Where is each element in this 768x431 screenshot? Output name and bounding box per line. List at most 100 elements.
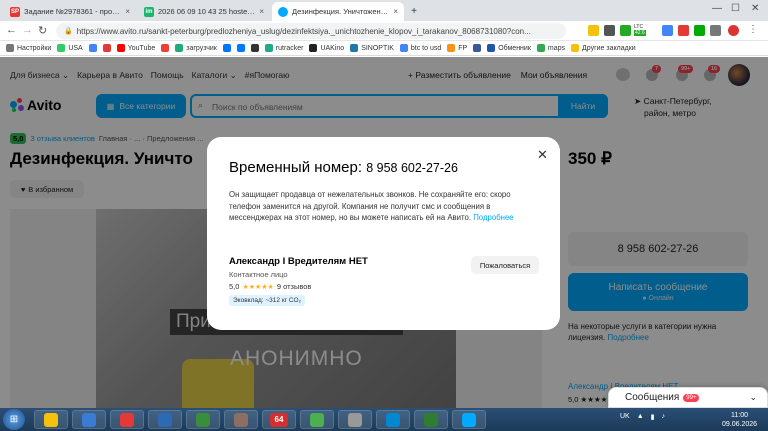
bookmark-label: maps xyxy=(547,44,566,52)
imgur-favicon-icon: im xyxy=(144,6,154,17)
clock[interactable]: 11:00 09.06.2026 xyxy=(722,411,757,429)
windows-taskbar: ⊞ 64 UK ▲ ▮ ♪ 11:00 09.06.2026 xyxy=(0,408,768,431)
volume-icon[interactable]: ♪ xyxy=(662,413,666,421)
puzzle-icon[interactable] xyxy=(710,25,721,36)
bookmark-item[interactable] xyxy=(161,44,170,52)
extension-icon[interactable] xyxy=(588,25,599,36)
taskbar-app-button[interactable] xyxy=(224,410,258,429)
bookmark-label: UAKino xyxy=(320,44,345,52)
clock-date: 09.06.2026 xyxy=(722,421,758,428)
app-icon xyxy=(310,412,324,427)
forward-icon[interactable]: → xyxy=(22,24,33,36)
taskbar-app-button[interactable] xyxy=(186,410,220,429)
app-icon xyxy=(196,412,210,427)
back-icon[interactable]: ← xyxy=(6,24,17,36)
taskbar-app-button[interactable] xyxy=(72,410,106,429)
close-window-icon[interactable]: ✕ xyxy=(751,3,759,14)
tab-imgur[interactable]: im 2026 06 09 10 43 25 hosted at Imgur × xyxy=(138,2,270,21)
messages-panel[interactable]: Сообщения 99+ ⌄ xyxy=(608,387,768,408)
address-bar-row: ← → ↻ 🔒 https://www.avito.ru/sankt-peter… xyxy=(0,21,768,41)
minimize-icon[interactable]: — xyxy=(712,3,722,14)
bookmark-item[interactable]: btc to usd xyxy=(399,44,442,52)
chevron-up-icon[interactable]: ⌄ xyxy=(749,392,757,403)
bookmark-item[interactable]: Другие закладки xyxy=(571,44,636,52)
taskbar-app-button[interactable] xyxy=(148,410,182,429)
app-icon xyxy=(234,412,248,427)
taskbar-app-button[interactable] xyxy=(34,410,68,429)
bookmark-item[interactable] xyxy=(236,44,245,52)
taskbar-app-button[interactable] xyxy=(414,410,448,429)
extension-icon[interactable] xyxy=(678,25,689,36)
profile-avatar-icon[interactable] xyxy=(728,25,739,36)
bookmark-item[interactable]: Настройки xyxy=(6,44,51,52)
seller-name[interactable]: Александр I Вредителям НЕТ xyxy=(229,256,368,267)
url-text: https://www.avito.ru/sankt-peterburg/pre… xyxy=(76,26,531,36)
bookmark-item[interactable]: YouTube xyxy=(116,44,155,52)
app-icon xyxy=(44,412,58,427)
bookmark-item[interactable] xyxy=(88,44,97,52)
tab-close-icon[interactable]: × xyxy=(259,7,264,16)
taskbar-app-button[interactable]: 64 xyxy=(262,410,296,429)
modal-title: Временный номер: 8 958 602-27-26 xyxy=(229,159,458,176)
bookmark-item[interactable] xyxy=(473,44,482,52)
seller-reviews-link[interactable]: 9 отзывов xyxy=(277,282,312,291)
extension-icon[interactable] xyxy=(694,25,705,36)
url-input[interactable]: 🔒 https://www.avito.ru/sankt-peterburg/p… xyxy=(56,23,566,39)
taskbar-app-button[interactable] xyxy=(110,410,144,429)
taskbar-app-button[interactable] xyxy=(338,410,372,429)
bookmark-icon xyxy=(399,44,408,52)
taskbar-app-button[interactable] xyxy=(452,410,486,429)
maximize-icon[interactable]: ☐ xyxy=(731,3,740,14)
bookmark-icon xyxy=(222,44,231,52)
tab-close-icon[interactable]: × xyxy=(393,7,398,16)
sp-favicon-icon: SP xyxy=(10,6,20,17)
bookmark-label: FP xyxy=(458,44,468,52)
tab-task[interactable]: SP Задание №2978361 - просмотр з × xyxy=(4,2,136,21)
temp-number-modal: Временный номер: 8 958 602-27-26 ✕ Он за… xyxy=(207,137,560,330)
bookmark-label: rutracker xyxy=(275,44,304,52)
menu-icon[interactable]: ⋮ xyxy=(748,24,758,35)
modal-description: Он защищает продавца от нежелательных зв… xyxy=(229,189,544,224)
bookmark-item[interactable]: FP xyxy=(447,44,467,52)
eco-badge: Эковклад: ~312 кг CO₂ xyxy=(229,295,306,306)
app-icon xyxy=(424,412,438,427)
bookmark-icon xyxy=(236,44,245,52)
app-icon xyxy=(82,412,96,427)
bookmark-icon xyxy=(57,44,66,52)
bookmark-item[interactable]: USA xyxy=(57,44,83,52)
modal-title-text: Временный номер: xyxy=(229,159,363,176)
bookmark-item[interactable]: rutracker xyxy=(264,44,304,52)
close-icon[interactable]: ✕ xyxy=(537,147,548,163)
bookmark-label: btc to usd xyxy=(410,44,442,52)
modal-more-link[interactable]: Подробнее xyxy=(473,213,513,222)
bookmark-item[interactable] xyxy=(250,44,259,52)
modal-phone[interactable]: 8 958 602-27-26 xyxy=(366,161,458,175)
complain-button[interactable]: Пожаловаться xyxy=(471,256,539,274)
bookmark-icon xyxy=(350,44,359,52)
avito-favicon-icon xyxy=(278,6,288,17)
bookmark-item[interactable]: SINOPTIK xyxy=(350,44,394,52)
reload-icon[interactable]: ↻ xyxy=(38,24,47,37)
bookmark-item[interactable]: Обменник xyxy=(487,44,531,52)
language-indicator[interactable]: UK xyxy=(620,413,630,421)
tab-avito[interactable]: Дезинфекция. Уничтожение клопо × xyxy=(272,2,404,21)
start-button[interactable]: ⊞ xyxy=(3,409,25,430)
new-tab-button[interactable]: + xyxy=(406,2,422,21)
bookmarks-bar: Настройки USA YouTube загрузчик rutracker UAK… xyxy=(0,41,768,56)
tab-close-icon[interactable]: × xyxy=(125,7,130,16)
bookmark-item[interactable]: maps xyxy=(536,44,566,52)
taskbar-app-button[interactable] xyxy=(300,410,334,429)
bookmark-item[interactable] xyxy=(222,44,231,52)
taskbar-app-button[interactable] xyxy=(376,410,410,429)
seller-rating: 5,0 ★★★★★ 9 отзывов xyxy=(229,282,311,291)
bookmark-item[interactable] xyxy=(102,44,111,52)
bookmark-item[interactable]: UAKino xyxy=(309,44,344,52)
extension-icon[interactable] xyxy=(620,25,631,36)
network-icon[interactable]: ▮ xyxy=(651,413,655,421)
ltc-ticker[interactable]: LTC 42.6 xyxy=(634,24,646,36)
bookmark-item[interactable]: загрузчик xyxy=(175,44,217,52)
bookmark-icon xyxy=(447,44,456,52)
extension-icon[interactable] xyxy=(604,25,615,36)
extension-icon[interactable] xyxy=(662,25,673,36)
tray-arrow-icon[interactable]: ▲ xyxy=(637,413,644,421)
